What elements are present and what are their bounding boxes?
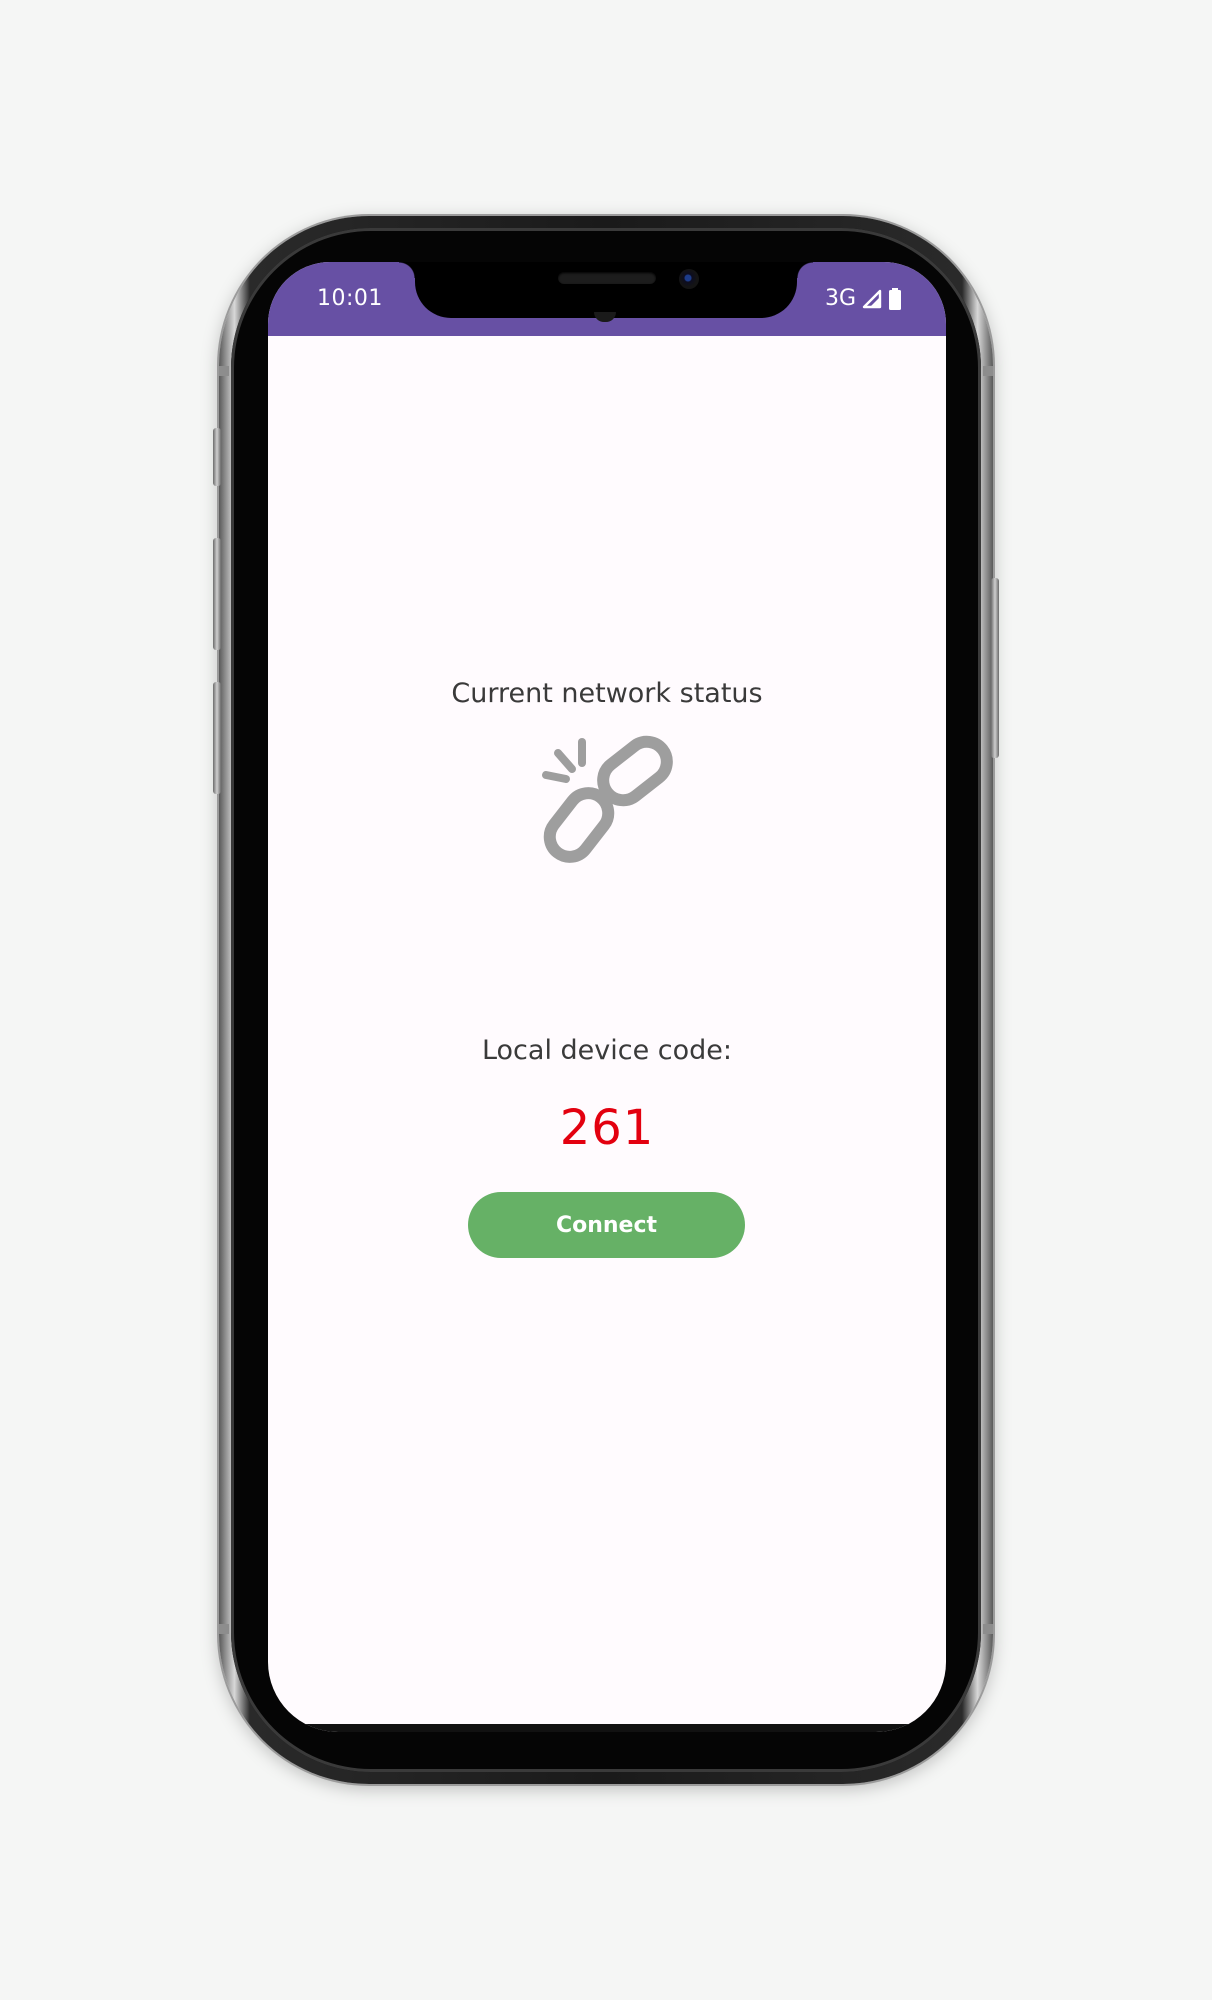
antenna-band bbox=[219, 366, 229, 376]
earpiece-speaker bbox=[558, 272, 656, 284]
device-code-value: 261 bbox=[559, 1100, 655, 1156]
volume-up-button bbox=[213, 538, 221, 650]
network-status-label: Current network status bbox=[451, 678, 763, 709]
silent-switch bbox=[213, 428, 221, 486]
device-code-label: Local device code: bbox=[481, 1035, 733, 1066]
main-content: Current network status Local device code… bbox=[268, 262, 946, 1732]
connect-button[interactable]: Connect bbox=[468, 1192, 745, 1258]
antenna-band bbox=[219, 1624, 229, 1634]
front-camera bbox=[679, 269, 699, 289]
antenna-band bbox=[983, 366, 993, 376]
antenna-band bbox=[983, 1624, 993, 1634]
volume-down-button bbox=[213, 682, 221, 794]
bottom-edge bbox=[268, 1724, 946, 1732]
broken-link-icon bbox=[542, 735, 673, 863]
power-button bbox=[991, 578, 999, 758]
phone-screen: 10:01 3G Current network status Local de… bbox=[268, 262, 946, 1732]
phone-notch bbox=[399, 262, 813, 318]
